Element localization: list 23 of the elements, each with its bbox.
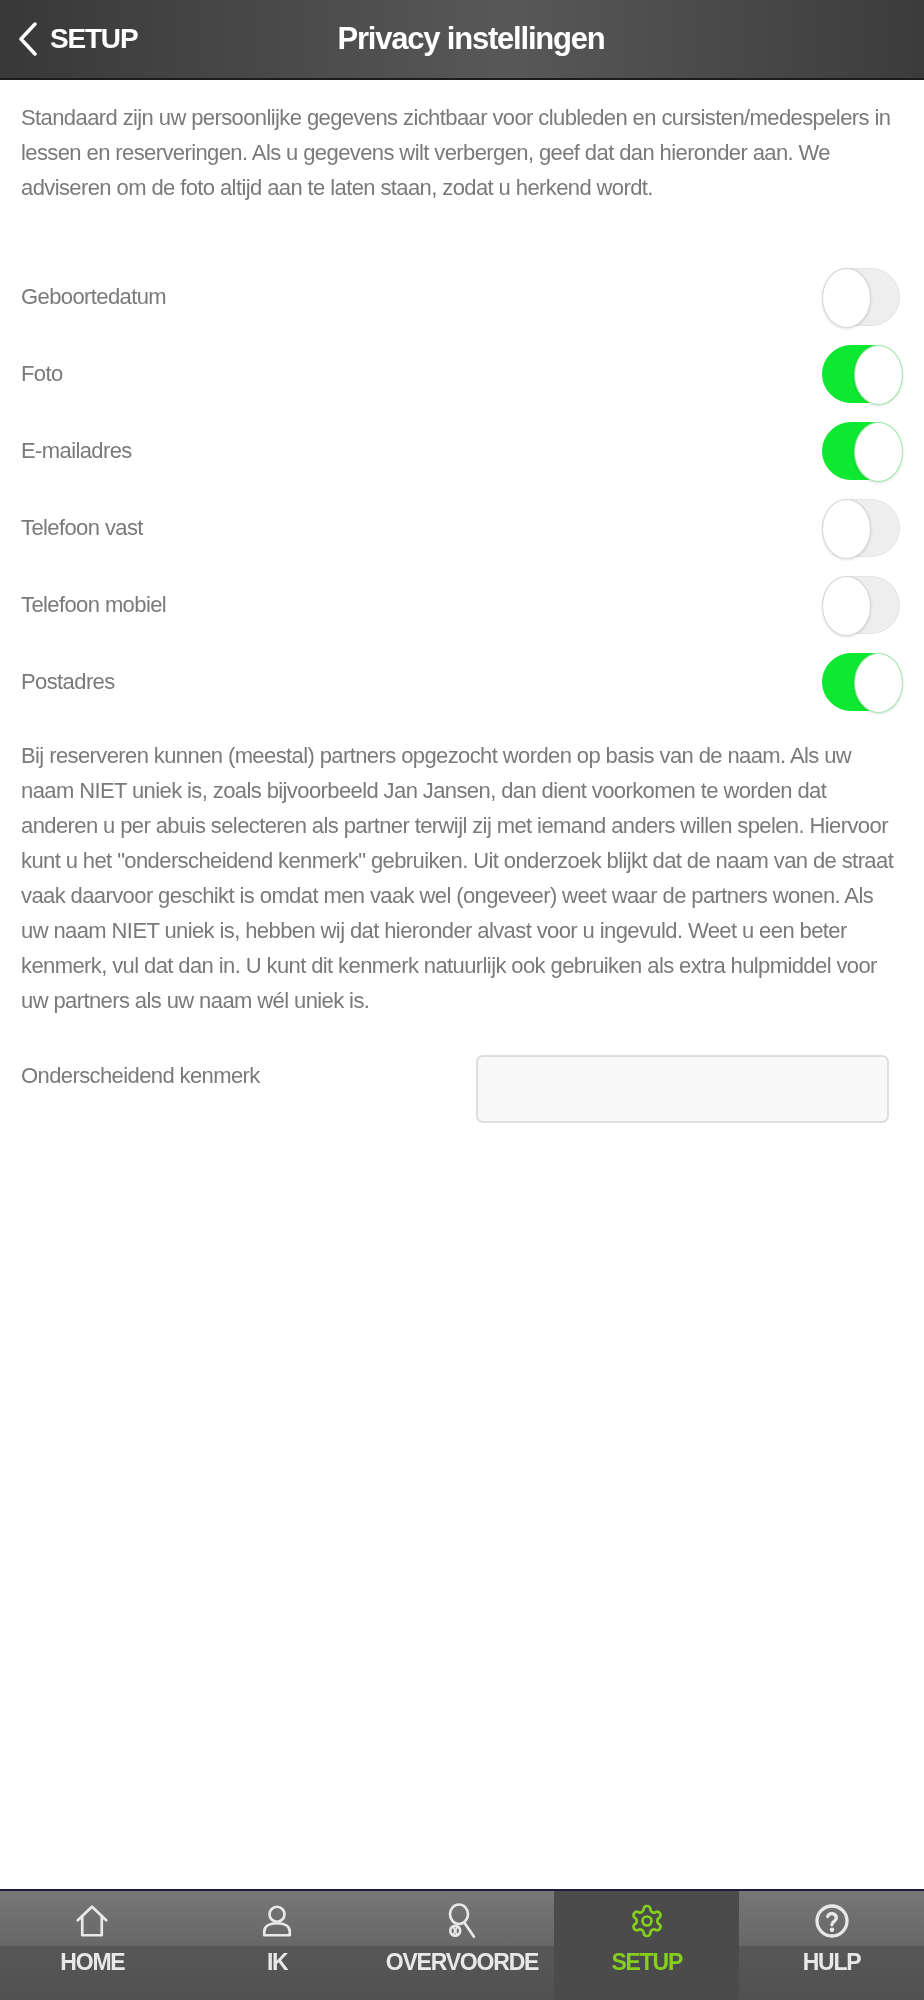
toggle-switch[interactable] [822,575,900,634]
setting-label: Telefoon vast [21,514,143,541]
field-label: Onderscheidend kenmerk [21,1062,261,1089]
input-field[interactable] [476,1055,889,1123]
nav-tab[interactable]: SETUP [554,1891,740,2000]
explanation-text: Bij reserveren kunnen (meestal) partners opgezocht worden op basis van de naam. Als uw naam NIET uniek is, zoals bijvoorbeeld Jan Jansen, dan dient voorkomen te worden dat anderen u per abuis selecteren als partner terwijl zij met iemand anders willen spelen. Hiervoor kunt u het "onderscheidend kenmerk" gebruiken. Uit onderzoek blijkt dat de naam van de straat vaak daarvoor geschikt is omdat men vaak wel (ongeveer) weet waar de partners wonen. Als uw naam NIET uniek is, hebben wij dat hieronder alvast voor u ingevuld. Weet u een beter kenmerk, vul dat dan in. U kunt dit kenmerk natuurlijk ook gebruiken als extra hulpmiddel voor uw partners als uw naam wél uniek is. [21,742,895,1015]
help-icon [813,1903,850,1939]
chevron-left-icon [18,22,38,56]
nav-tab[interactable]: HULP [739,1891,924,2000]
toggle-switch[interactable] [822,267,900,326]
setting-label: E-mailadres [21,437,132,464]
nav-tab[interactable]: HOME [0,1891,185,2000]
nav-tab[interactable]: IK [184,1891,370,2000]
nav-tab[interactable]: OVERVOORDE [369,1891,555,2000]
setting-label: Telefoon mobiel [21,591,167,618]
setting-label: Foto [21,360,63,387]
toggle-switch[interactable] [822,498,900,557]
setting-label: Postadres [21,668,115,695]
back-button[interactable]: SETUP [18,18,138,60]
setting-label: Geboortedatum [21,283,167,310]
home-icon [74,1903,111,1939]
intro-text: Standaard zijn uw persoonlijke gegevens zichtbaar voor clubleden en cursisten/medespelers in lessen en reserveringen. Als u gegevens wilt verbergen, geef dat dan hieronder aan. We adviseren om de foto altijd aan te laten staan, zodat u herkend wordt. [21,104,892,202]
page-title: Privacy instellingen [337,21,605,57]
